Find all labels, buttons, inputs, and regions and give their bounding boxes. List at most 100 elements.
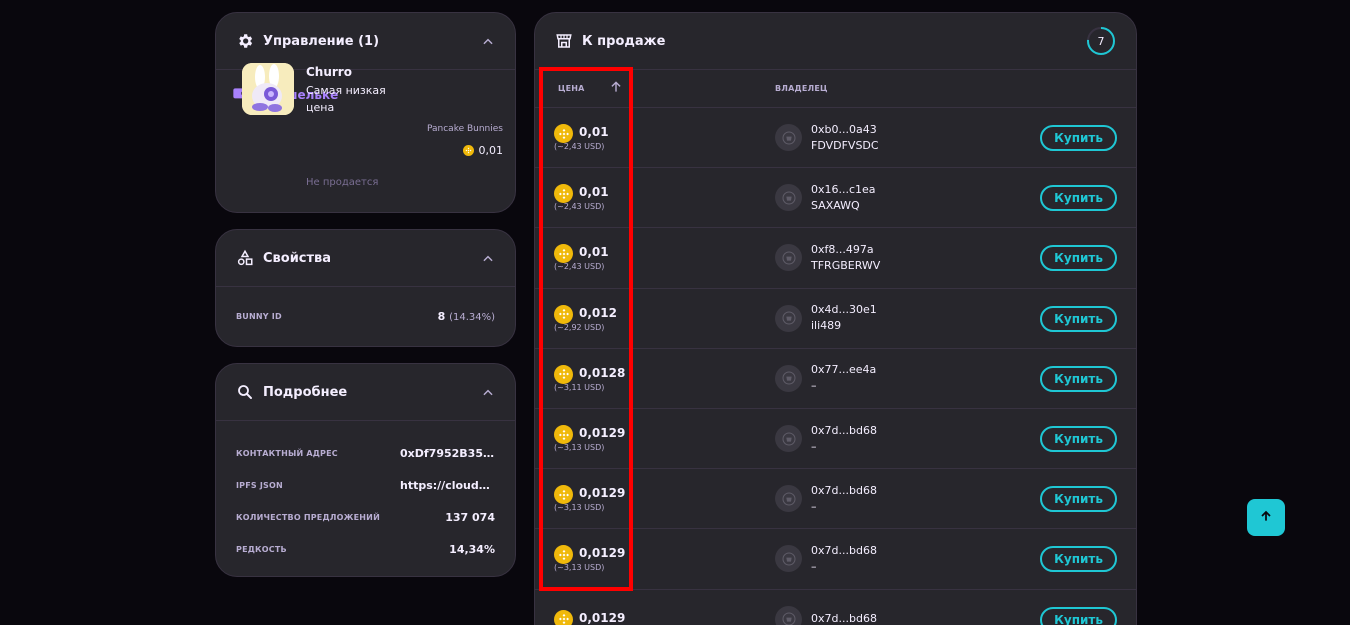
price-value: 0,0129 — [579, 426, 626, 441]
detail-row-rarity: РЕДКОСТЬ 14,34% — [236, 533, 495, 565]
properties-card: Свойства BUNNY ID 8 (14.34%) — [215, 229, 516, 347]
owner-cell[interactable]: 0x7d...bd68 – — [775, 423, 877, 455]
ipfs-json-link[interactable]: https://cloudfl... — [400, 479, 495, 492]
owner-cell[interactable]: 0xf8...497a TFRGBERWV — [775, 242, 880, 274]
owner-cell[interactable]: 0x7d...bd68 – — [775, 483, 877, 515]
price-value: 0,01 — [579, 185, 609, 200]
shop-icon — [555, 32, 573, 50]
manage-card: Управление (1) В кошельке Churro Самая н… — [215, 12, 516, 213]
chevron-up-icon[interactable] — [481, 385, 495, 399]
price-cell: 0,0129 — [535, 609, 775, 625]
bnb-coin-icon — [554, 609, 573, 625]
owner-name: FDVDFVSDC — [811, 138, 879, 152]
price-value: 0,0129 — [579, 486, 626, 501]
buy-button[interactable]: Купить — [1040, 185, 1117, 212]
sort-price-header[interactable]: ЦЕНА — [535, 79, 775, 98]
price-usd: (~2,43 USD) — [554, 202, 605, 212]
detail-row-contract: КОНТАКТНЫЙ АДРЕС 0xDf7952B35f... — [236, 437, 495, 469]
price-cell: 0,012 (~2,92 USD) — [535, 304, 775, 332]
price-cell: 0,0129 (~3,13 USD) — [535, 485, 775, 512]
arrow-up-icon[interactable] — [609, 79, 623, 98]
price-value: 0,01 — [579, 245, 609, 260]
detail-label: КОНТАКТНЫЙ АДРЕС — [236, 448, 338, 458]
avatar — [775, 545, 802, 573]
price-usd: (~3,13 USD) — [554, 503, 605, 513]
table-row: 0,012 (~2,92 USD) 0x4d...30e1 ili489 Купить — [535, 289, 1136, 349]
buy-button[interactable]: Купить — [1040, 125, 1117, 151]
chevron-up-icon[interactable] — [481, 34, 495, 48]
property-row: BUNNY ID 8 (14.34%) — [216, 287, 515, 345]
price-value: 0,012 — [579, 305, 617, 320]
price-value: 0,0129 — [579, 546, 626, 561]
detail-label: РЕДКОСТЬ — [236, 544, 287, 554]
owner-name: – — [811, 379, 817, 393]
table-row: 0,0128 (~3,11 USD) 0x77...ee4a – Купить — [535, 349, 1136, 409]
nft-thumbnail[interactable] — [242, 63, 294, 115]
owner-info: 0x7d...bd68 – — [811, 543, 877, 575]
price-usd: (~2,43 USD) — [554, 262, 605, 272]
owner-cell[interactable]: 0x7d...bd68 — [775, 605, 877, 625]
table-row: 0,01 (~2,43 USD) 0xf8...497a TFRGBERWV Купит… — [535, 228, 1136, 289]
buy-button[interactable]: Купить — [1040, 546, 1117, 573]
price-cell: 0,01 (~2,43 USD) — [535, 244, 775, 271]
table-row: 0,0129 0x7d...bd68 Купить — [535, 590, 1136, 625]
owner-address: 0x7d...bd68 — [811, 483, 877, 497]
avatar — [775, 605, 802, 625]
owner-name: SAXAWQ — [811, 198, 860, 212]
buy-button[interactable]: Купить — [1040, 425, 1117, 452]
price-usd: (~3,13 USD) — [554, 563, 605, 573]
bnb-coin-icon — [554, 425, 573, 445]
owner-address: 0x7d...bd68 — [811, 423, 877, 437]
buy-button[interactable]: Купить — [1040, 245, 1117, 272]
price-stack: 0,0129 (~3,13 USD) — [554, 545, 626, 572]
bnb-coin-icon — [554, 244, 573, 264]
buy-button[interactable]: Купить — [1040, 365, 1117, 392]
price-cell: 0,0128 (~3,11 USD) — [535, 364, 775, 392]
price-stack: 0,01 (~2,43 USD) — [554, 124, 609, 151]
for-sale-card: К продаже 7 ЦЕНА ВЛАДЕЛЕЦ 0,01 (~2,43 USD… — [534, 12, 1137, 625]
bnb-coin-icon — [554, 124, 573, 144]
details-card: Подробнее КОНТАКТНЫЙ АДРЕС 0xDf7952B35f.… — [215, 363, 516, 577]
owner-address: 0x7d...bd68 — [811, 543, 877, 557]
price-stack: 0,0129 (~3,13 USD) — [554, 425, 626, 452]
buy-button[interactable]: Купить — [1040, 486, 1117, 513]
owner-cell[interactable]: 0x4d...30e1 ili489 — [775, 302, 877, 334]
listings-table: 0,01 (~2,43 USD) 0xb0...0a43 FDVDFVSDC Купит… — [535, 108, 1136, 625]
owner-cell[interactable]: 0xb0...0a43 FDVDFVSDC — [775, 122, 879, 154]
buy-button[interactable]: Купить — [1040, 305, 1117, 332]
owner-cell[interactable]: 0x7d...bd68 – — [775, 543, 877, 575]
manage-header[interactable]: Управление (1) — [216, 13, 515, 70]
scroll-to-top-button[interactable] — [1247, 499, 1285, 536]
nft-collection: Pancake Bunnies — [426, 124, 503, 134]
details-header[interactable]: Подробнее — [216, 364, 515, 421]
property-value-number: 8 — [437, 309, 446, 323]
nft-subtitle: Самая низкая цена — [306, 84, 386, 114]
owner-name: TFRGBERWV — [811, 258, 881, 272]
properties-header[interactable]: Свойства — [216, 230, 515, 287]
chevron-up-icon[interactable] — [481, 251, 495, 265]
detail-label: IPFS JSON — [236, 480, 283, 490]
detail-label: КОЛИЧЕСТВО ПРЕДЛОЖЕНИЙ — [236, 512, 380, 522]
price-stack: 0,0129 (~3,13 USD) — [554, 485, 626, 512]
contract-address-link[interactable]: 0xDf7952B35f... — [400, 447, 495, 460]
buy-button[interactable]: Купить — [1040, 606, 1117, 625]
detail-row-ipfs: IPFS JSON https://cloudfl... — [236, 469, 495, 501]
refresh-progress[interactable]: 7 — [1086, 26, 1116, 56]
avatar — [775, 364, 802, 392]
owner-address: 0x7d...bd68 — [811, 612, 877, 625]
table-header: ЦЕНА ВЛАДЕЛЕЦ — [535, 70, 1136, 108]
avatar — [775, 304, 802, 332]
owner-cell[interactable]: 0x16...c1ea SAXAWQ — [775, 182, 876, 214]
owner-info: 0x7d...bd68 — [811, 611, 877, 625]
gear-icon — [236, 32, 254, 50]
price-usd: (~2,43 USD) — [554, 142, 605, 152]
owner-cell[interactable]: 0x77...ee4a – — [775, 362, 876, 394]
owner-name: – — [811, 559, 817, 573]
nft-price: 0,01 — [462, 144, 504, 157]
detail-row-supply: КОЛИЧЕСТВО ПРЕДЛОЖЕНИЙ 137 074 — [236, 501, 495, 533]
price-cell: 0,0129 (~3,13 USD) — [535, 545, 775, 572]
nft-price-value: 0,01 — [478, 144, 504, 157]
table-row: 0,01 (~2,43 USD) 0xb0...0a43 FDVDFVSDC Купит… — [535, 108, 1136, 169]
nft-sale-status: Не продается — [306, 177, 379, 188]
bnb-coin-icon — [554, 304, 573, 324]
